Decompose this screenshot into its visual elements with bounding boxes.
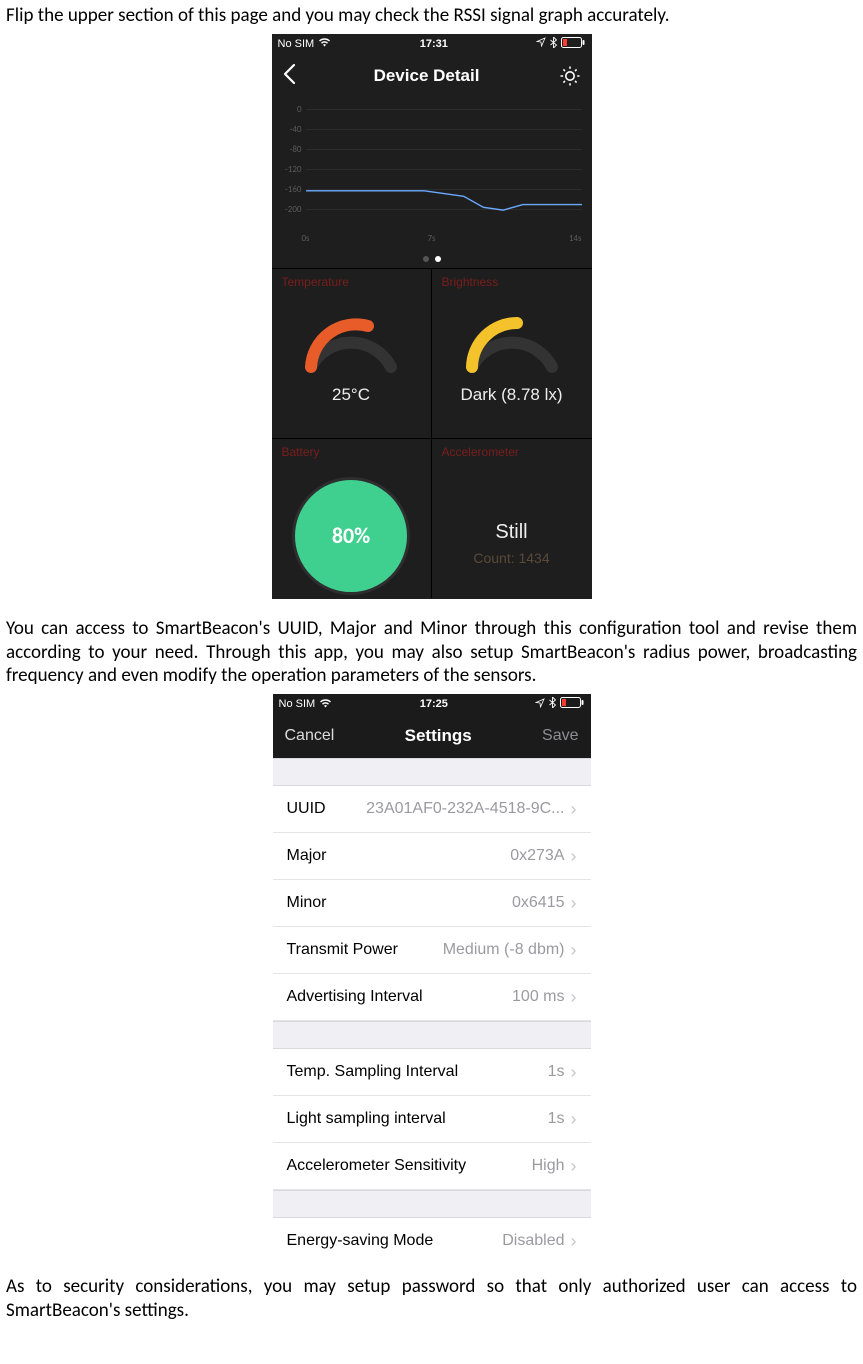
row-minor[interactable]: Minor 0x6415 ›	[273, 880, 591, 927]
chevron-right-icon: ›	[571, 1063, 577, 1081]
cell-label: Energy-saving Mode	[287, 1232, 434, 1250]
y-tick: -80	[272, 144, 302, 155]
cell-value: Disabled	[502, 1232, 564, 1250]
settings-gear-icon[interactable]	[558, 64, 582, 88]
row-transmit-power[interactable]: Transmit Power Medium (-8 dbm) ›	[273, 927, 591, 974]
bluetooth-icon	[550, 37, 557, 51]
doc-para-2: You can access to SmartBeacon's UUID, Ma…	[6, 617, 857, 688]
cell-value: 23A01AF0-232A-4518-9C...	[366, 800, 564, 818]
chevron-right-icon: ›	[571, 1157, 577, 1175]
row-accel-sensitivity[interactable]: Accelerometer Sensitivity High ›	[273, 1143, 591, 1190]
cell-label: UUID	[287, 800, 326, 818]
chevron-right-icon: ›	[571, 800, 577, 818]
tile-label: Brightness	[432, 275, 592, 289]
chevron-right-icon: ›	[571, 1232, 577, 1250]
cell-label: Advertising Interval	[287, 988, 423, 1006]
chevron-right-icon: ›	[571, 941, 577, 959]
cell-value: Medium (-8 dbm)	[443, 941, 565, 959]
x-tick: 0s	[302, 233, 310, 244]
cell-value: 0x273A	[510, 847, 564, 865]
cell-value: High	[532, 1157, 565, 1175]
location-icon	[535, 698, 545, 711]
y-tick: -160	[272, 184, 302, 195]
y-tick: -120	[272, 164, 302, 175]
nav-bar: Cancel Settings Save	[273, 714, 591, 758]
tile-battery[interactable]: Battery 80%	[272, 438, 432, 598]
nav-title: Device Detail	[374, 66, 480, 86]
tile-temperature[interactable]: Temperature 25°C	[272, 268, 432, 438]
chevron-right-icon: ›	[571, 847, 577, 865]
wifi-icon	[318, 37, 331, 50]
chevron-right-icon: ›	[571, 988, 577, 1006]
cell-label: Light sampling interval	[287, 1110, 446, 1128]
cell-label: Transmit Power	[287, 941, 398, 959]
clock-text: 17:31	[420, 38, 448, 50]
x-tick: 14s	[569, 233, 582, 244]
chevron-right-icon: ›	[571, 1110, 577, 1128]
accelerometer-count: Count: 1434	[473, 550, 549, 566]
row-energy-saving[interactable]: Energy-saving Mode Disabled ›	[273, 1218, 591, 1257]
tile-label: Temperature	[272, 275, 431, 289]
bluetooth-icon	[549, 697, 556, 711]
temperature-value: 25°C	[332, 385, 370, 405]
cell-value: 100 ms	[512, 988, 564, 1006]
x-tick: 7s	[427, 233, 435, 244]
battery-value: 80%	[332, 522, 370, 549]
accelerometer-value: Still	[495, 521, 527, 544]
y-tick: 0	[272, 104, 302, 115]
row-temp-sampling[interactable]: Temp. Sampling Interval 1s ›	[273, 1049, 591, 1096]
save-button[interactable]: Save	[542, 727, 578, 745]
cell-label: Minor	[287, 894, 327, 912]
cell-label: Accelerometer Sensitivity	[287, 1157, 467, 1175]
row-uuid[interactable]: UUID 23A01AF0-232A-4518-9C... ›	[273, 786, 591, 833]
cancel-button[interactable]: Cancel	[285, 727, 335, 745]
y-tick: -40	[272, 124, 302, 135]
nav-title: Settings	[405, 726, 472, 746]
tile-accelerometer[interactable]: Accelerometer Still Count: 1434	[432, 438, 592, 598]
cell-value: 1s	[548, 1110, 565, 1128]
cell-value: 0x6415	[512, 894, 565, 912]
tile-label: Accelerometer	[432, 445, 592, 459]
screenshot-device-detail: No SIM 17:31	[272, 34, 592, 599]
battery-low-icon	[560, 697, 584, 711]
row-light-sampling[interactable]: Light sampling interval 1s ›	[273, 1096, 591, 1143]
status-bar: No SIM 17:31	[272, 34, 592, 54]
doc-para-3: As to security considerations, you may s…	[6, 1275, 857, 1323]
row-advertising-interval[interactable]: Advertising Interval 100 ms ›	[273, 974, 591, 1021]
carrier-text: No SIM	[278, 38, 315, 50]
wifi-icon	[319, 698, 332, 711]
brightness-value: Dark (8.78 lx)	[460, 385, 562, 405]
doc-para-1: Flip the upper section of this page and …	[6, 4, 857, 28]
status-bar: No SIM 17:25	[273, 694, 591, 714]
carrier-text: No SIM	[279, 698, 316, 710]
clock-text: 17:25	[420, 698, 448, 710]
screenshot-settings: No SIM 17:25	[273, 694, 591, 1257]
tile-label: Battery	[272, 445, 431, 459]
nav-bar: Device Detail	[272, 54, 592, 98]
y-tick: -200	[272, 204, 302, 215]
tile-brightness[interactable]: Brightness Dark (8.78 lx)	[432, 268, 592, 438]
location-icon	[536, 37, 546, 50]
gauge-brightness-icon	[457, 297, 567, 377]
battery-gauge: 80%	[292, 477, 410, 595]
rssi-chart[interactable]: 0 -40 -80 -120 -160 -200 0s 7s 14s	[272, 98, 592, 254]
row-major[interactable]: Major 0x273A ›	[273, 833, 591, 880]
gauge-temperature-icon	[296, 297, 406, 377]
battery-low-icon	[561, 37, 585, 51]
back-button[interactable]	[282, 63, 296, 89]
cell-label: Major	[287, 847, 327, 865]
cell-label: Temp. Sampling Interval	[287, 1063, 459, 1081]
chevron-right-icon: ›	[571, 894, 577, 912]
cell-value: 1s	[548, 1063, 565, 1081]
